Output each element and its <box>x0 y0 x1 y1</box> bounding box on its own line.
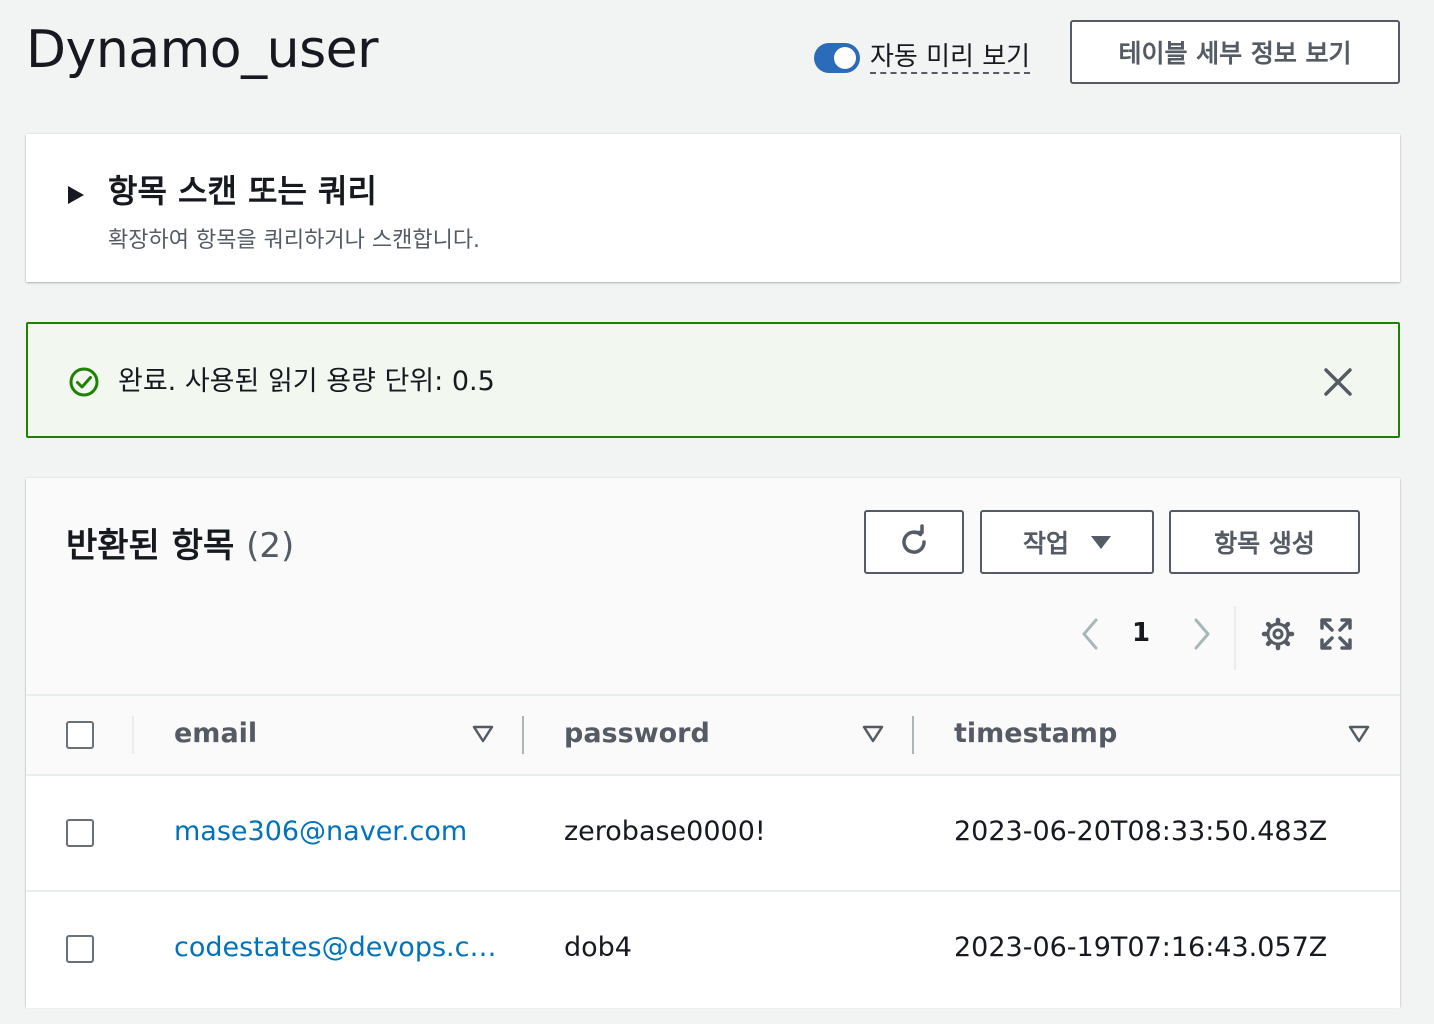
toggle-switch[interactable] <box>814 43 860 73</box>
sort-icon[interactable] <box>1348 724 1370 744</box>
actions-button[interactable]: 작업 <box>980 510 1154 574</box>
email-link[interactable]: codestates@devops.c… <box>174 932 496 963</box>
refresh-icon <box>902 524 926 554</box>
gear-icon[interactable] <box>1260 616 1296 652</box>
table-row: mase306@naver.com zerobase0000! 2023-06-… <box>26 776 1400 892</box>
check-circle-icon <box>69 367 99 397</box>
row-checkbox[interactable] <box>66 819 94 847</box>
table-row: codestates@devops.c… dob4 2023-06-19T07:… <box>26 892 1400 1006</box>
select-all-checkbox[interactable] <box>66 721 94 749</box>
chevron-right-icon[interactable] <box>1186 616 1216 652</box>
items-title: 반환된 항목 (2) <box>66 518 294 567</box>
scan-query-description: 확장하여 항목을 쿼리하거나 스캔합니다. <box>108 228 481 253</box>
auto-preview-toggle[interactable]: 자동 미리 보기 <box>814 38 1031 78</box>
items-table: email password timestamp mase306@naver.c… <box>26 694 1400 1008</box>
alert-message: 완료. 사용된 읽기 용량 단위: 0.5 <box>118 366 495 397</box>
items-count: (2) <box>246 526 295 566</box>
column-header-timestamp[interactable]: timestamp <box>954 718 1117 749</box>
refresh-button[interactable] <box>864 510 964 574</box>
password-cell: dob4 <box>564 932 632 963</box>
chevron-left-icon[interactable] <box>1076 616 1106 652</box>
actions-label: 작업 <box>1022 529 1069 558</box>
scan-query-title[interactable]: 항목 스캔 또는 쿼리 <box>108 166 377 212</box>
close-icon[interactable] <box>1318 362 1358 402</box>
caret-down-icon <box>1091 535 1111 549</box>
fullscreen-icon[interactable] <box>1318 616 1354 652</box>
items-title-label: 반환된 항목 <box>66 526 235 566</box>
page-header: Dynamo_user 자동 미리 보기 테이블 세부 정보 보기 <box>26 18 1400 88</box>
returned-items-panel: 반환된 항목 (2) 작업 항목 생성 1 email password tim… <box>26 478 1400 1008</box>
table-header-row: email password timestamp <box>26 696 1400 776</box>
pagination: 1 <box>1066 606 1376 670</box>
sort-icon[interactable] <box>862 724 884 744</box>
page-title: Dynamo_user <box>26 20 379 80</box>
pagination-divider <box>1234 606 1236 670</box>
column-header-email[interactable]: email <box>174 718 257 749</box>
column-resizer[interactable] <box>522 716 524 754</box>
success-alert: 완료. 사용된 읽기 용량 단위: 0.5 <box>26 322 1400 438</box>
column-resizer[interactable] <box>912 716 914 754</box>
email-link[interactable]: mase306@naver.com <box>174 816 467 847</box>
timestamp-cell: 2023-06-19T07:16:43.057Z <box>954 932 1328 963</box>
create-item-button[interactable]: 항목 생성 <box>1169 510 1360 574</box>
password-cell: zerobase0000! <box>564 816 766 847</box>
timestamp-cell: 2023-06-20T08:33:50.483Z <box>954 816 1328 847</box>
auto-preview-label: 자동 미리 보기 <box>870 42 1031 74</box>
page-number[interactable]: 1 <box>1132 618 1150 648</box>
view-table-details-button[interactable]: 테이블 세부 정보 보기 <box>1070 20 1400 84</box>
column-header-password[interactable]: password <box>564 718 710 749</box>
column-divider <box>132 716 134 754</box>
sort-icon[interactable] <box>472 724 494 744</box>
scan-query-panel[interactable]: 항목 스캔 또는 쿼리 확장하여 항목을 쿼리하거나 스캔합니다. <box>26 134 1400 282</box>
play-icon[interactable] <box>68 186 84 204</box>
row-checkbox[interactable] <box>66 935 94 963</box>
